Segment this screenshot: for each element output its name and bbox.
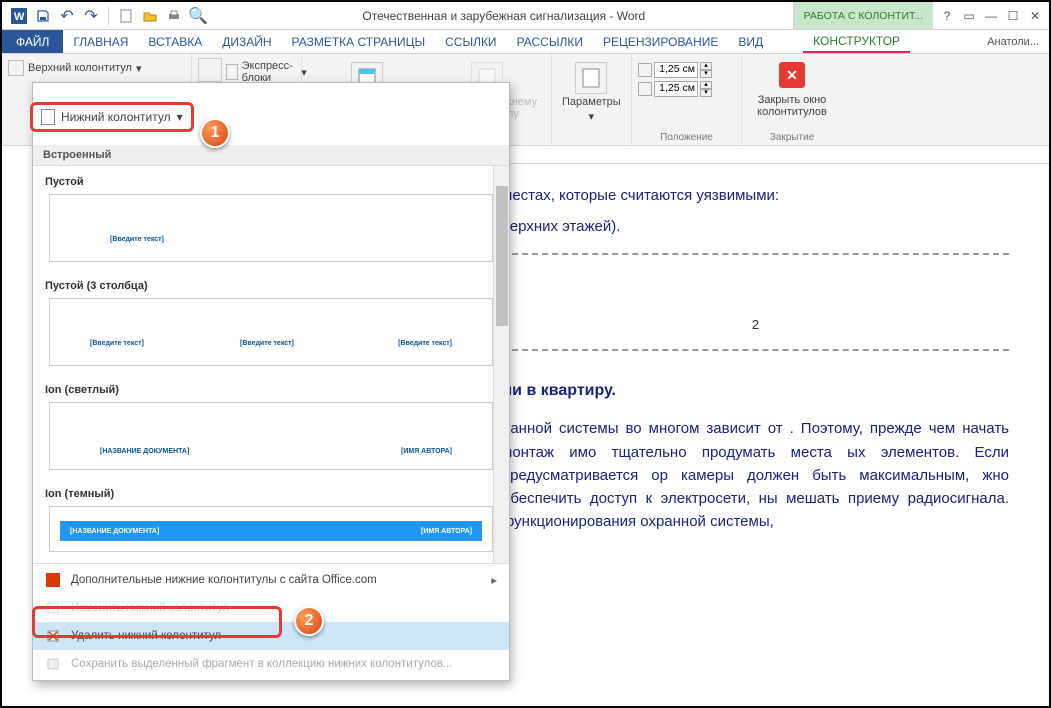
save-to-gallery-item: Сохранить выделенный фрагмент в коллекци… — [33, 650, 509, 678]
maximize-icon[interactable]: ☐ — [1003, 9, 1023, 23]
footer-gallery-dropdown: Встроенный Пустой [Введите текст] Пустой… — [32, 82, 510, 681]
spin-up-icon[interactable]: ▴ — [700, 62, 712, 70]
template-preview-3col[interactable]: [Введите текст] [Введите текст] [Введите… — [49, 298, 493, 366]
help-icon[interactable]: ? — [937, 9, 957, 23]
template-preview-ion-dark[interactable]: [НАЗВАНИЕ ДОКУМЕНТА] [ИМЯ АВТОРА] — [49, 506, 493, 552]
word-icon: W — [10, 7, 28, 25]
page-icon — [8, 60, 24, 76]
doc-text: верхних этажей). — [502, 215, 1009, 238]
close-window-icon[interactable]: ✕ — [1025, 9, 1045, 23]
dropdown-scrollbar[interactable] — [493, 166, 509, 563]
undo-icon[interactable]: ↶ — [58, 7, 76, 25]
header-from-top-spinner[interactable]: 1,25 см ▴▾ — [638, 62, 735, 78]
group-position-label: Положение — [638, 130, 735, 143]
tab-layout[interactable]: РАЗМЕТКА СТРАНИЦЫ — [282, 30, 436, 53]
tab-insert[interactable]: ВСТАВКА — [138, 30, 212, 53]
template-name: Пустой (3 столбца) — [33, 270, 509, 298]
window-title: Отечественная и зарубежная сигнализация … — [215, 9, 793, 23]
spin-up-icon[interactable]: ▴ — [700, 81, 712, 89]
ribbon-options-icon[interactable]: ▭ — [959, 9, 979, 23]
quick-print-icon[interactable] — [165, 7, 183, 25]
template-name: Ion (темный) — [33, 478, 509, 506]
step-badge-1: 1 — [200, 118, 230, 148]
template-preview-empty[interactable]: [Введите текст] — [49, 194, 493, 262]
footer-from-bottom-spinner[interactable]: 1,25 см ▴▾ — [638, 81, 735, 97]
tab-design[interactable]: ДИЗАЙН — [212, 30, 281, 53]
templates-list[interactable]: Пустой [Введите текст] Пустой (3 столбца… — [33, 166, 509, 564]
header-boundary — [502, 349, 1009, 351]
date-time-icon[interactable] — [198, 58, 222, 82]
tab-mailings[interactable]: РАССЫЛКИ — [507, 30, 593, 53]
footer-boundary — [502, 253, 1009, 255]
parameters-button[interactable]: Параметры ▾ — [558, 58, 625, 143]
page-footer-icon — [41, 109, 55, 125]
minimize-icon[interactable]: — — [981, 9, 1001, 23]
page-number: 2 — [502, 315, 1009, 335]
builtin-section-header: Встроенный — [33, 145, 509, 166]
margin-top-icon — [638, 63, 652, 77]
step-badge-2: 2 — [294, 606, 324, 636]
new-icon[interactable] — [117, 7, 135, 25]
context-tab-header-footer[interactable]: РАБОТА С КОЛОНТИТ... — [793, 2, 933, 29]
spin-down-icon[interactable]: ▾ — [700, 89, 712, 97]
template-name: Ion (светлый) — [33, 374, 509, 402]
tab-home[interactable]: ГЛАВНАЯ — [63, 30, 138, 53]
tab-review[interactable]: РЕЦЕНЗИРОВАНИЕ — [593, 30, 728, 53]
blocks-icon — [226, 64, 238, 80]
open-icon[interactable] — [141, 7, 159, 25]
doc-text: местах, которые считаются уязвимыми: — [502, 184, 1009, 207]
group-close-label: Закрытие — [748, 130, 836, 143]
close-header-footer-button[interactable]: ✕ — [779, 62, 805, 88]
doc-heading: ли в квартиру. — [502, 379, 1009, 404]
header-button[interactable]: Верхний колонтитул ▾ — [8, 58, 185, 78]
tab-view[interactable]: ВИД — [728, 30, 773, 53]
user-name[interactable]: Анатоли... — [977, 30, 1049, 53]
footer-dropdown-button[interactable]: Нижний колонтитул ▾ — [30, 102, 194, 132]
redo-icon[interactable]: ↷ — [82, 7, 100, 25]
close-hf-label: Закрыть окно колонтитулов — [748, 94, 836, 118]
tab-references[interactable]: ССЫЛКИ — [435, 30, 506, 53]
save-selection-icon — [45, 656, 61, 672]
save-icon[interactable] — [34, 7, 52, 25]
dropdown-arrow-icon: ▾ — [177, 110, 183, 124]
margin-bottom-icon — [638, 82, 652, 96]
parameters-icon — [575, 62, 607, 94]
ribbon-tabs: ФАЙЛ ГЛАВНАЯ ВСТАВКА ДИЗАЙН РАЗМЕТКА СТР… — [2, 30, 1049, 54]
titlebar: W ↶ ↷ 🔍 Отечественная и зарубежная сигна… — [2, 2, 1049, 30]
template-preview-ion-light[interactable]: [НАЗВАНИЕ ДОКУМЕНТА] [ИМЯ АВТОРА] — [49, 402, 493, 470]
tab-file[interactable]: ФАЙЛ — [2, 30, 63, 53]
spin-down-icon[interactable]: ▾ — [700, 70, 712, 78]
submenu-arrow-icon: ▸ — [491, 573, 497, 587]
tab-constructor[interactable]: КОНСТРУКТОР — [803, 30, 910, 53]
svg-text:W: W — [14, 11, 25, 23]
more-footers-online-item[interactable]: Дополнительные нижние колонтитулы с сайт… — [33, 566, 509, 594]
window-controls: ? ▭ — ☐ ✕ — [933, 9, 1049, 23]
template-name: Пустой — [33, 166, 509, 194]
doc-body: ранной системы во многом зависит от . По… — [502, 417, 1009, 533]
quick-access-toolbar: W ↶ ↷ 🔍 — [2, 7, 215, 25]
office-icon — [45, 572, 61, 588]
scrollbar-thumb[interactable] — [496, 186, 508, 326]
delete-footer-highlight — [32, 606, 282, 638]
preview-icon[interactable]: 🔍 — [189, 7, 207, 25]
